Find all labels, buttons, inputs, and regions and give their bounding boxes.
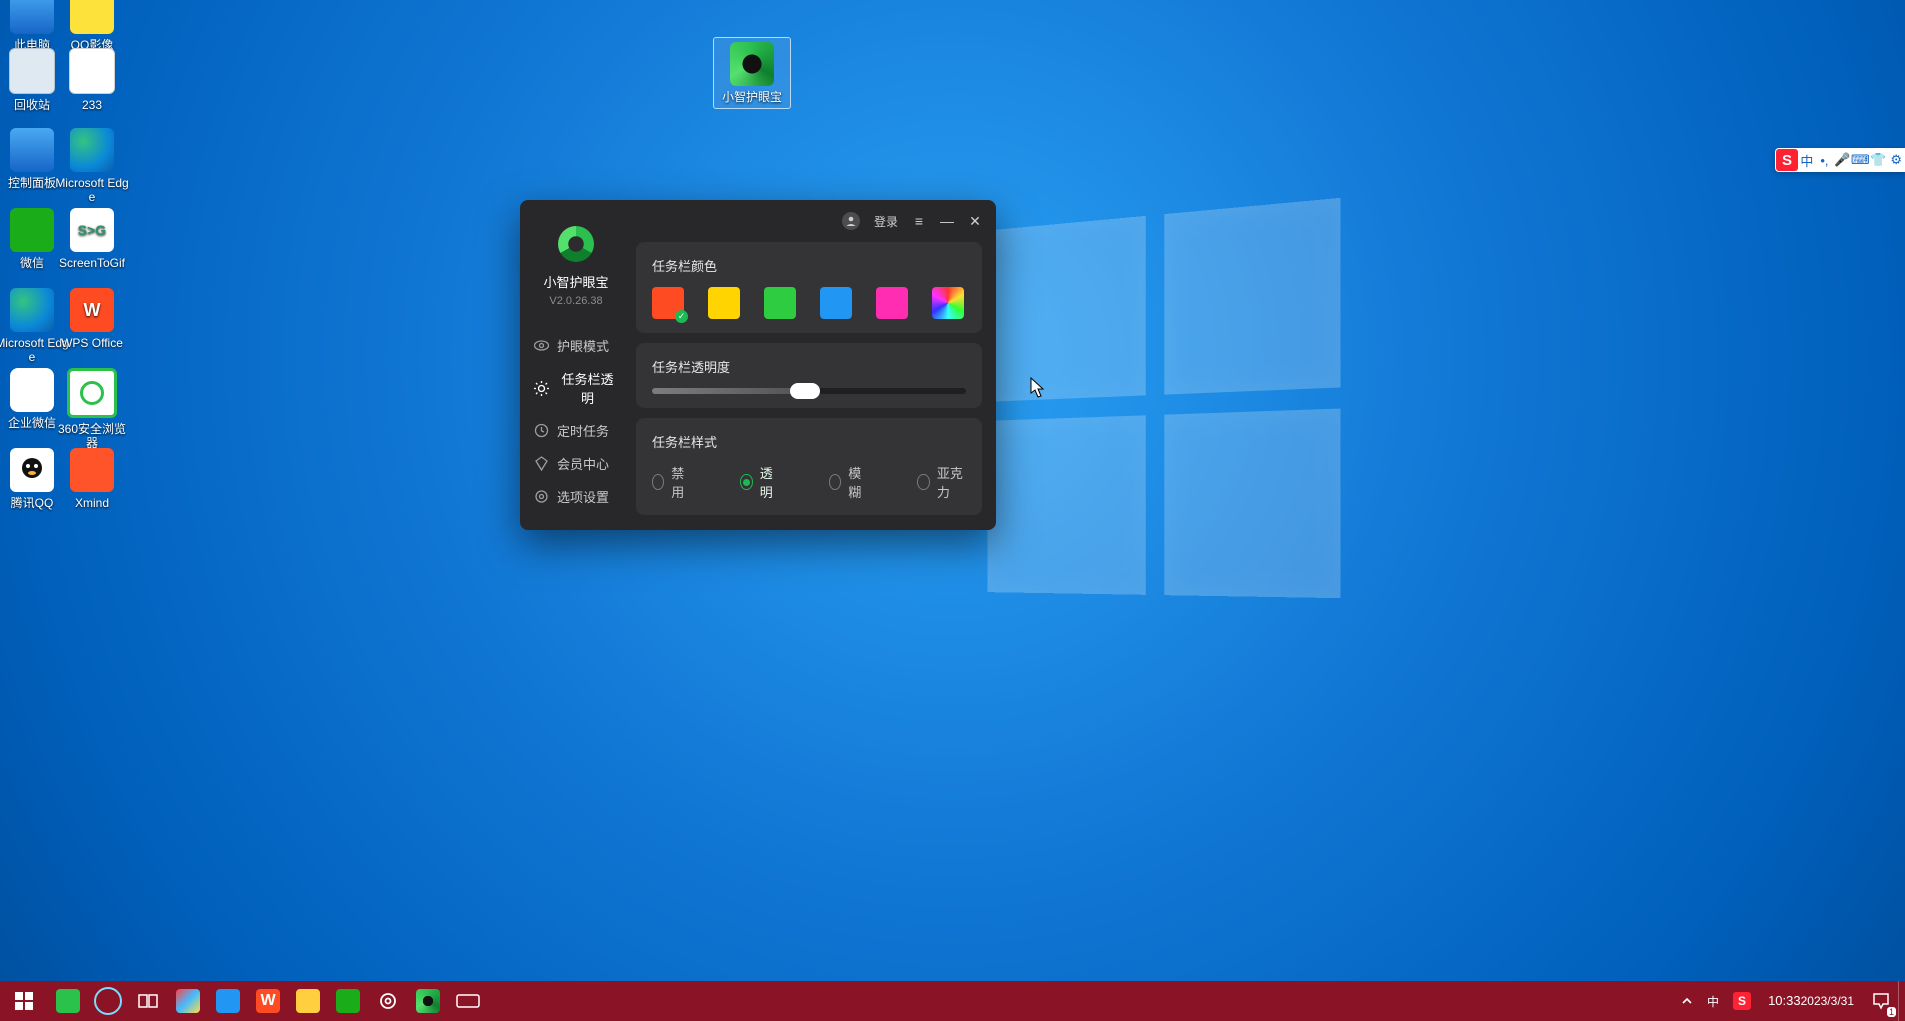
- ime-skin-cell[interactable]: 👕: [1870, 152, 1888, 168]
- nav-vip-center[interactable]: 会员中心: [520, 447, 632, 480]
- desktop-icon-qqimage[interactable]: QQ影像: [54, 0, 130, 52]
- desktop-icon-wps[interactable]: WWPS Office: [54, 288, 130, 350]
- notification-badge: 1: [1887, 1007, 1896, 1017]
- system-tray: 中 S 10:33 2023/3/31 1: [1674, 981, 1905, 1021]
- radio-disable[interactable]: 禁用: [652, 463, 690, 501]
- tray-date: 2023/3/31: [1801, 994, 1854, 1008]
- taskbar-paint[interactable]: [168, 981, 208, 1021]
- taskbar-keyboard[interactable]: [448, 981, 488, 1021]
- taskbar-wechat[interactable]: [328, 981, 368, 1021]
- gear-icon: [534, 489, 549, 504]
- nav-label: 护眼模式: [557, 336, 609, 355]
- tray-chevron-up[interactable]: [1674, 981, 1700, 1021]
- start-button[interactable]: [0, 981, 48, 1021]
- diamond-icon: [534, 456, 549, 471]
- desktop-icon-233txt[interactable]: 233: [54, 48, 130, 112]
- radio-transparent[interactable]: 透明: [740, 463, 778, 501]
- nav-scheduled-tasks[interactable]: 定时任务: [520, 414, 632, 447]
- app-main: 登录 ≡ — ✕ 任务栏颜色 ✓ 任务栏透明度: [632, 200, 996, 530]
- card-taskbar-color: 任务栏颜色 ✓: [636, 242, 982, 333]
- eye-icon: [534, 338, 549, 353]
- taskbar-taskview[interactable]: [128, 981, 168, 1021]
- taskbar-wps[interactable]: W: [248, 981, 288, 1021]
- tray-ime-lang[interactable]: 中: [1700, 981, 1726, 1021]
- color-swatch-magenta[interactable]: [876, 287, 908, 319]
- color-swatch-custom[interactable]: [932, 287, 964, 319]
- user-avatar-icon[interactable]: [842, 212, 860, 230]
- desktop-icon-eyecare-selected[interactable]: 小智护眼宝: [714, 38, 790, 108]
- tray-sogou-icon[interactable]: S: [1726, 981, 1758, 1021]
- opacity-slider-track[interactable]: [652, 388, 966, 394]
- taskbar-eyecare[interactable]: [408, 981, 448, 1021]
- clock-icon: [534, 423, 549, 438]
- card-title: 任务栏透明度: [652, 357, 966, 376]
- nav-taskbar-transparency[interactable]: 任务栏透明: [520, 362, 632, 414]
- nav-label: 任务栏透明: [557, 369, 618, 407]
- nav-label: 选项设置: [557, 487, 609, 506]
- ime-floating-bar[interactable]: S 中 •, 🎤 ⌨ 👕 ⚙: [1775, 148, 1905, 172]
- eyecare-app-window: 小智护眼宝 V2.0.26.38 护眼模式 任务栏透明 定时任务 会员中心 选项…: [520, 200, 996, 530]
- nav-label: 定时任务: [557, 421, 609, 440]
- taskbar-360browser[interactable]: [48, 981, 88, 1021]
- desktop-icon-xmind[interactable]: Xmind: [54, 448, 130, 510]
- card-title: 任务栏样式: [652, 432, 966, 451]
- taskbar-app1[interactable]: [208, 981, 248, 1021]
- check-icon: ✓: [675, 310, 688, 323]
- ime-settings-cell[interactable]: ⚙: [1887, 152, 1905, 168]
- mouse-cursor-icon: [1021, 379, 1046, 399]
- login-button[interactable]: 登录: [874, 213, 898, 230]
- tray-clock[interactable]: 10:33 2023/3/31: [1758, 981, 1864, 1021]
- opacity-slider-thumb[interactable]: [790, 383, 820, 399]
- ime-softkb-cell[interactable]: ⌨: [1851, 152, 1870, 168]
- color-swatch-green[interactable]: [764, 287, 796, 319]
- app-version: V2.0.26.38: [520, 295, 632, 307]
- nav-label: 会员中心: [557, 454, 609, 473]
- card-taskbar-style: 任务栏样式 禁用 透明 模糊 亚克力: [636, 418, 982, 515]
- app-name: 小智护眼宝: [520, 272, 632, 291]
- menu-icon[interactable]: ≡: [912, 213, 926, 229]
- show-desktop-button[interactable]: [1898, 981, 1905, 1021]
- ime-voice-cell[interactable]: 🎤: [1833, 152, 1851, 168]
- brightness-icon: [534, 381, 549, 396]
- color-swatch-blue[interactable]: [820, 287, 852, 319]
- taskbar-cortana[interactable]: [88, 981, 128, 1021]
- color-swatch-yellow[interactable]: [708, 287, 740, 319]
- app-titlebar: 登录 ≡ — ✕: [842, 212, 982, 230]
- nav-options[interactable]: 选项设置: [520, 480, 632, 513]
- desktop-icon-360browser[interactable]: 360安全浏览器: [54, 368, 130, 450]
- card-taskbar-opacity: 任务栏透明度: [636, 343, 982, 408]
- taskbar-explorer[interactable]: [288, 981, 328, 1021]
- minimize-button[interactable]: —: [940, 213, 954, 229]
- ime-lang-cell[interactable]: 中: [1798, 151, 1816, 170]
- radio-blur[interactable]: 模糊: [829, 463, 867, 501]
- desktop-icon-edge1[interactable]: Microsoft Edge: [54, 128, 130, 204]
- nav-eyecare-mode[interactable]: 护眼模式: [520, 329, 632, 362]
- taskbar-settings[interactable]: [368, 981, 408, 1021]
- taskbar: W 中 S 10:33 2023/3/31 1: [0, 981, 1905, 1021]
- radio-acrylic[interactable]: 亚克力: [917, 463, 966, 501]
- sogou-logo-icon: S: [1776, 149, 1798, 171]
- color-swatch-orange[interactable]: ✓: [652, 287, 684, 319]
- tray-action-center[interactable]: 1: [1864, 981, 1898, 1021]
- close-button[interactable]: ✕: [968, 213, 982, 230]
- tray-time: 10:33: [1768, 994, 1801, 1008]
- app-sidebar: 小智护眼宝 V2.0.26.38 护眼模式 任务栏透明 定时任务 会员中心 选项…: [520, 200, 632, 530]
- app-brand-icon: [558, 226, 594, 262]
- ime-punct-cell[interactable]: •,: [1816, 153, 1834, 168]
- card-title: 任务栏颜色: [652, 256, 966, 275]
- desktop-icon-screentogif[interactable]: S>GScreenToGif: [54, 208, 130, 270]
